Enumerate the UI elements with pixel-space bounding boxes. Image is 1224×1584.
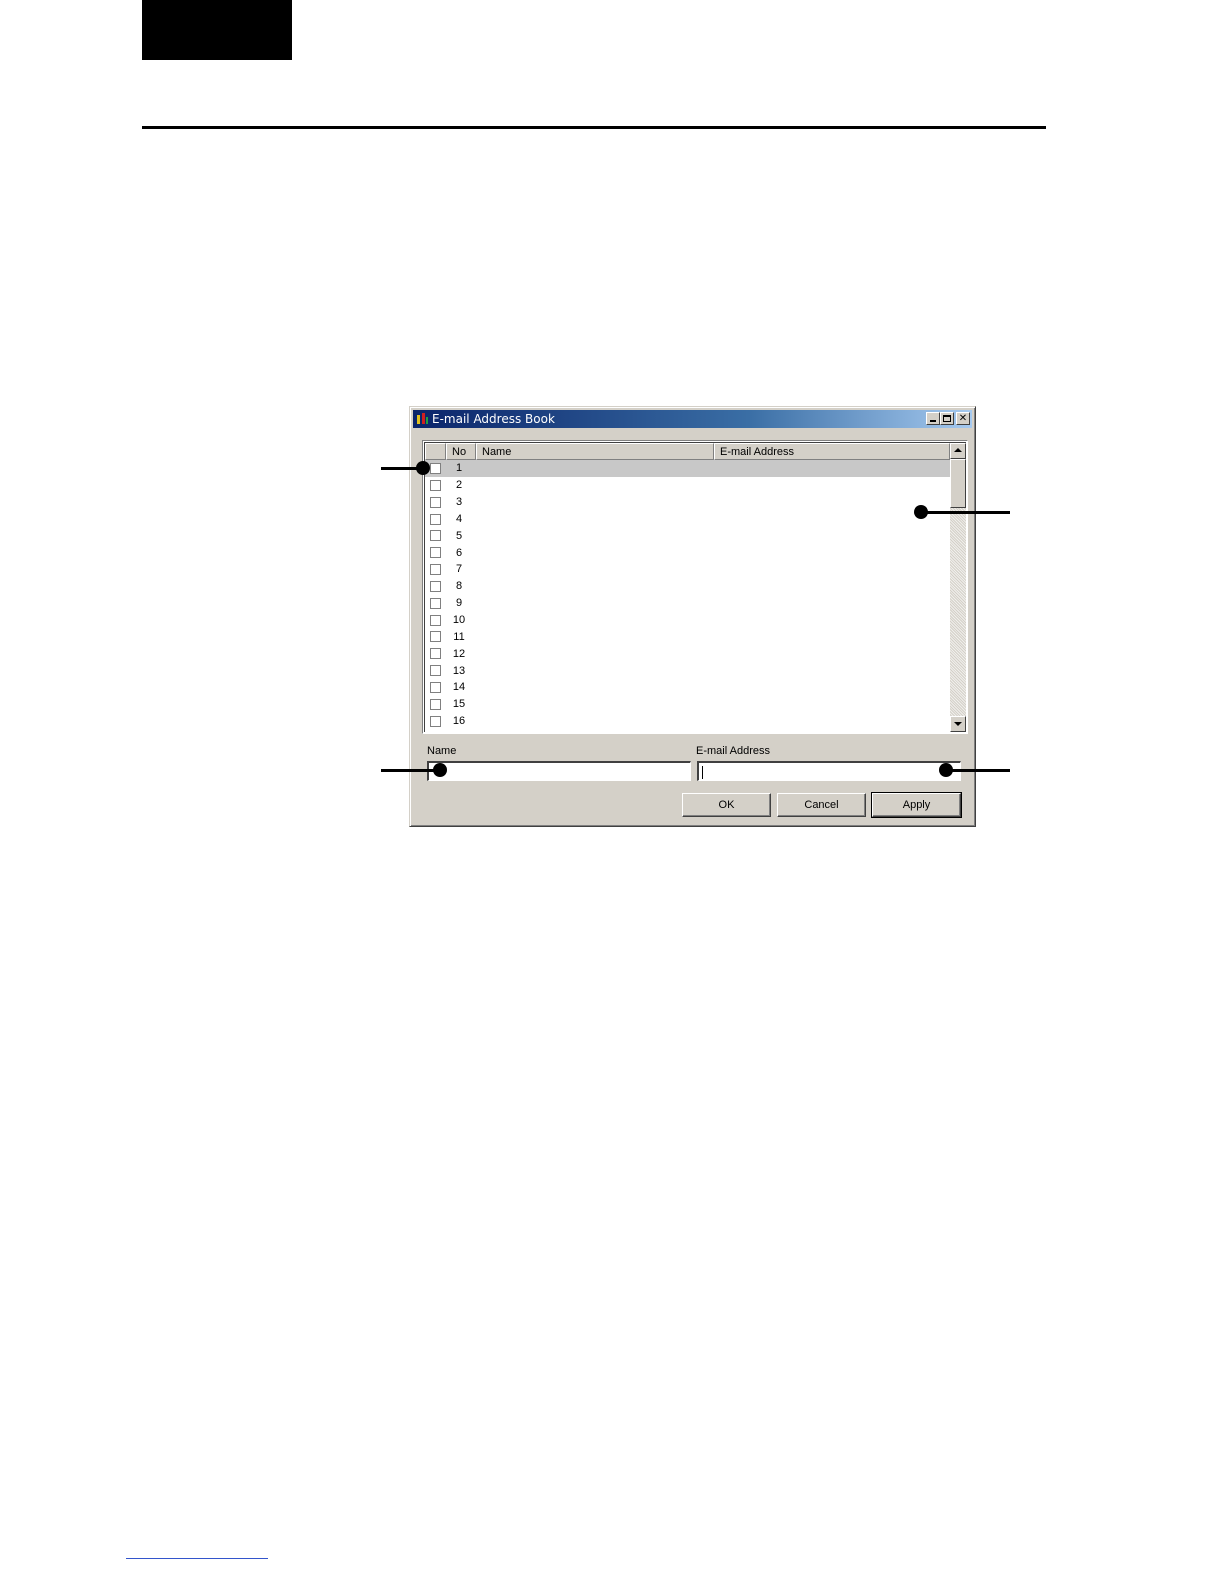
row-number: 10 [452, 614, 466, 627]
row-checkbox[interactable] [430, 665, 441, 677]
table-row[interactable]: 13 [425, 662, 950, 679]
address-book-window: E-mail Address Book ✕ No Name E-mail Add… [409, 406, 976, 827]
row-checkbox[interactable] [430, 580, 441, 592]
row-number: 11 [453, 630, 465, 643]
column-header-no[interactable]: No [446, 443, 476, 460]
apply-button[interactable]: Apply [871, 792, 962, 818]
row-checkbox[interactable] [430, 681, 441, 693]
vertical-scrollbar[interactable] [950, 443, 966, 732]
row-number: 5 [455, 529, 463, 542]
row-checkbox[interactable] [430, 564, 441, 576]
callout-dot-name [433, 763, 447, 777]
table-row[interactable]: 8 [425, 578, 950, 595]
scroll-up-icon[interactable] [950, 443, 966, 459]
table-row[interactable]: 9 [425, 595, 950, 612]
row-number: 8 [455, 580, 463, 593]
cancel-button[interactable]: Cancel [777, 793, 866, 817]
column-header-name[interactable]: Name [476, 443, 714, 460]
table-row[interactable]: 2 [425, 477, 950, 494]
table-row[interactable]: 4 [425, 511, 950, 528]
row-checkbox[interactable] [430, 496, 441, 508]
table-row[interactable]: 5 [425, 527, 950, 544]
row-checkbox[interactable] [430, 547, 441, 559]
callout-line-checkbox [381, 467, 421, 470]
row-number: 16 [452, 715, 466, 728]
table-row[interactable]: 15 [425, 696, 950, 713]
table-row[interactable]: 14 [425, 679, 950, 696]
callout-dot-email [939, 763, 953, 777]
row-checkbox[interactable] [430, 513, 441, 525]
column-header-email[interactable]: E-mail Address [714, 443, 950, 460]
row-number: 12 [452, 647, 466, 660]
column-header-check[interactable] [425, 443, 446, 460]
row-checkbox[interactable] [430, 698, 441, 710]
callout-dot-list [914, 505, 928, 519]
row-number: 1 [455, 462, 463, 475]
row-checkbox[interactable] [430, 463, 441, 474]
page-tab-block [142, 0, 292, 60]
row-number: 4 [455, 512, 463, 525]
table-row[interactable]: 6 [425, 544, 950, 561]
footer-link-underline [126, 1558, 268, 1559]
callout-line-email [950, 769, 1010, 772]
callout-line-list [925, 511, 1010, 514]
email-label: E-mail Address [696, 745, 770, 757]
row-number: 6 [455, 546, 463, 559]
table-row[interactable]: 12 [425, 645, 950, 662]
header-rule [142, 126, 1046, 129]
callout-dot-checkbox [416, 461, 430, 475]
name-label: Name [427, 745, 457, 757]
row-number: 14 [452, 681, 466, 694]
row-checkbox[interactable] [430, 715, 441, 727]
close-icon[interactable]: ✕ [956, 412, 970, 425]
row-checkbox[interactable] [430, 479, 441, 491]
row-checkbox[interactable] [430, 631, 441, 643]
name-field[interactable] [427, 761, 691, 781]
app-icon [415, 412, 429, 426]
scroll-down-icon[interactable] [950, 716, 966, 732]
row-number: 2 [455, 479, 463, 492]
ok-button[interactable]: OK [682, 793, 771, 817]
row-number: 15 [452, 698, 466, 711]
row-checkbox[interactable] [430, 530, 441, 542]
row-number: 13 [452, 664, 466, 677]
text-caret [702, 766, 703, 779]
row-number: 7 [455, 563, 463, 576]
list-rows: 1 2 3 4 5 6 7 8 9 10 11 12 13 14 15 16 [425, 460, 950, 730]
window-title: E-mail Address Book [432, 412, 555, 426]
row-number: 9 [455, 597, 463, 610]
maximize-icon[interactable] [940, 412, 954, 425]
table-row[interactable]: 11 [425, 628, 950, 645]
row-checkbox[interactable] [430, 648, 441, 660]
minimize-icon[interactable] [926, 412, 940, 425]
table-row[interactable]: 7 [425, 561, 950, 578]
row-checkbox[interactable] [430, 614, 441, 626]
email-field[interactable] [697, 761, 961, 781]
list-header: No Name E-mail Address [425, 443, 950, 460]
callout-line-name [381, 769, 437, 772]
scroll-thumb[interactable] [950, 459, 966, 508]
table-row[interactable]: 10 [425, 612, 950, 629]
table-row[interactable]: 3 [425, 494, 950, 511]
title-bar[interactable]: E-mail Address Book ✕ [413, 410, 972, 428]
row-checkbox[interactable] [430, 597, 441, 609]
table-row[interactable]: 1 [425, 460, 950, 477]
table-row[interactable]: 16 [425, 713, 950, 730]
row-number: 3 [455, 496, 463, 509]
address-list[interactable]: No Name E-mail Address 1 2 3 4 5 6 7 8 9 10 11 12 13… [422, 440, 968, 734]
